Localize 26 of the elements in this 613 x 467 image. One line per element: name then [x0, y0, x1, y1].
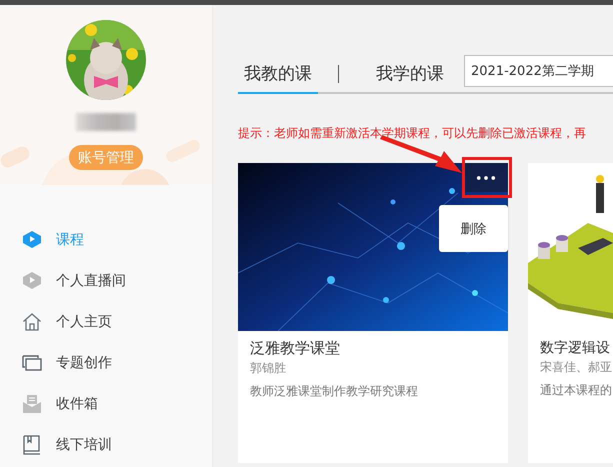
cube-icon — [22, 230, 42, 250]
sidebar-item[interactable]: 专题创作 — [0, 342, 212, 383]
course-description: 通过本课程的 — [540, 382, 613, 399]
sidebar-item[interactable]: 线下培训 — [0, 424, 212, 465]
highlight-box — [462, 157, 512, 198]
redacted-name — [76, 113, 136, 131]
delete-menu-item[interactable]: 删除 — [460, 220, 486, 238]
book-icon — [22, 434, 42, 454]
sidebar-item[interactable]: 收件箱 — [0, 383, 212, 424]
more-icon — [476, 174, 496, 180]
course-card[interactable]: 删除 泛雅教学课堂 郭锦胜 教师泛雅课堂制作教学研究课程 — [238, 163, 508, 463]
course-description: 教师泛雅课堂制作教学研究课程 — [250, 383, 419, 400]
home-icon — [22, 312, 42, 332]
cube-icon — [22, 270, 42, 290]
semester-field[interactable]: 2021-2022第二学期 — [464, 54, 613, 86]
sidebar-item[interactable]: 个人直播间 — [0, 260, 212, 301]
tab[interactable]: 我学的课 — [370, 55, 450, 94]
sidebar-item[interactable]: 个人主页 — [0, 301, 212, 342]
more-button[interactable] — [463, 163, 508, 192]
course-title: 数字逻辑设 — [540, 339, 611, 357]
course-teacher: 郭锦胜 — [250, 360, 287, 377]
course-title: 泛雅教学课堂 — [250, 339, 341, 358]
windows-icon — [22, 352, 42, 372]
envelope-icon — [22, 394, 42, 414]
tab[interactable]: 我教的课 — [238, 55, 318, 94]
course-teacher: 宋喜佳、郝亚 — [540, 359, 613, 376]
